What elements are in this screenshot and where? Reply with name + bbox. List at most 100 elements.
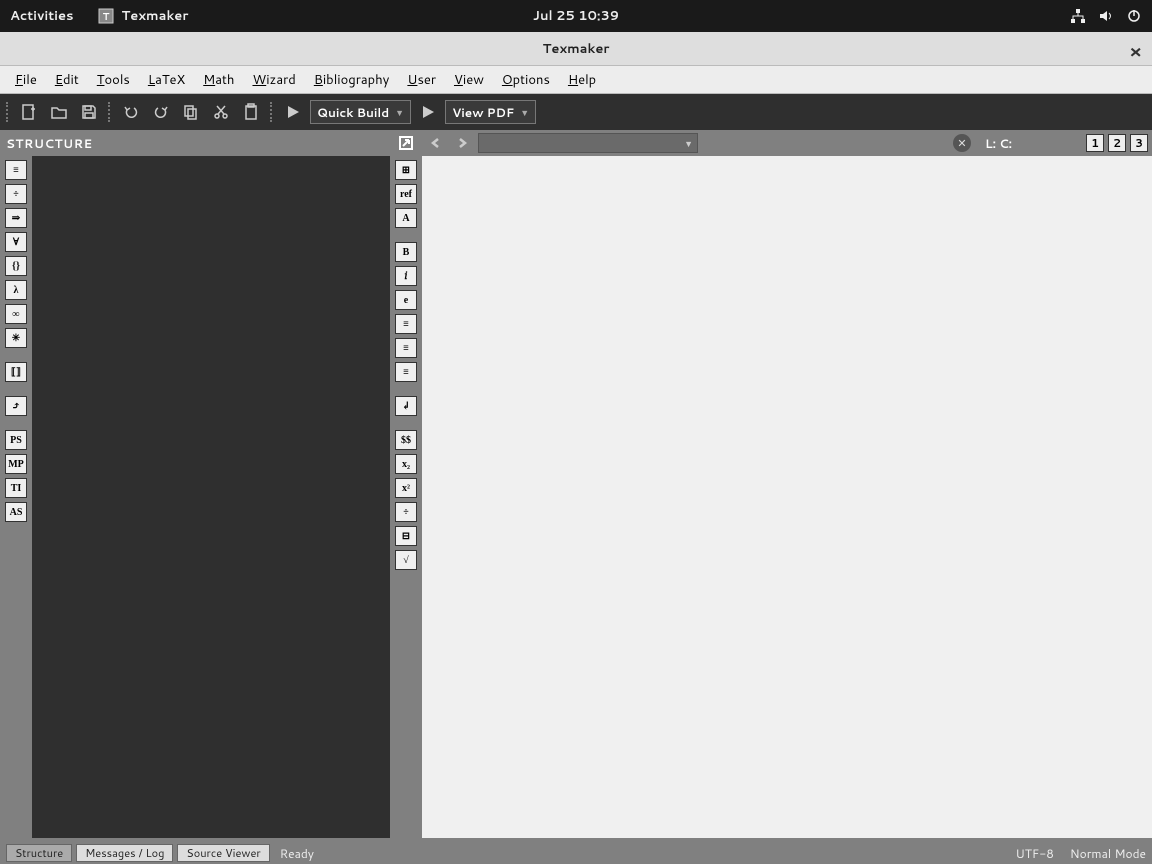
- left-symbol-4[interactable]: {}: [5, 256, 27, 276]
- menu-user[interactable]: User: [398, 67, 445, 93]
- encoding-label: UTF-8: [1016, 845, 1054, 862]
- quick-build-dropdown[interactable]: Quick Build ▼: [310, 100, 411, 124]
- prev-doc-button[interactable]: [426, 133, 446, 153]
- left-symbol-6[interactable]: ∞: [5, 304, 27, 324]
- center-symbol-0[interactable]: ⊞: [395, 160, 417, 180]
- close-doc-button[interactable]: ✕: [953, 134, 971, 152]
- mode-label: Normal Mode: [1070, 845, 1146, 862]
- app-name-label: Texmaker: [122, 7, 189, 25]
- cut-button[interactable]: [208, 99, 234, 125]
- structure-header: STRUCTURE: [0, 130, 390, 156]
- gnome-top-bar: Activities T Texmaker Jul 25 10:39: [0, 0, 1152, 32]
- run-button[interactable]: [280, 99, 306, 125]
- menu-view[interactable]: View: [445, 67, 493, 93]
- center-symbol-6[interactable]: ≡: [395, 314, 417, 334]
- toolbar-handle[interactable]: [270, 102, 274, 122]
- view-pdf-dropdown[interactable]: View PDF ▼: [445, 100, 536, 124]
- jump-to-source-button[interactable]: [396, 133, 416, 153]
- left-symbol-3[interactable]: ∀: [5, 232, 27, 252]
- left-panel: STRUCTURE ≡ ÷ ⇒ ∀ {} λ ∞ ✳ ⟦⟧ ⤴ PS MP TI AS: [0, 130, 390, 842]
- menu-options[interactable]: Options: [493, 67, 559, 93]
- pane-button-2[interactable]: 2: [1108, 134, 1126, 152]
- center-symbol-11[interactable]: x₂: [395, 454, 417, 474]
- menu-bibliography[interactable]: Bibliography: [305, 67, 399, 93]
- menu-help[interactable]: Help: [559, 67, 605, 93]
- center-symbol-2[interactable]: A: [395, 208, 417, 228]
- window-title: Texmaker: [543, 40, 610, 58]
- left-symbol-12[interactable]: TI: [5, 478, 27, 498]
- network-icon[interactable]: [1070, 8, 1086, 24]
- left-symbol-9[interactable]: ⤴: [5, 396, 27, 416]
- main-toolbar: Quick Build ▼ View PDF ▼: [0, 94, 1152, 130]
- left-symbol-toolbar: ≡ ÷ ⇒ ∀ {} λ ∞ ✳ ⟦⟧ ⤴ PS MP TI AS: [0, 156, 32, 842]
- new-file-button[interactable]: [16, 99, 42, 125]
- window-close-button[interactable]: ×: [1129, 38, 1142, 64]
- pane-button-1[interactable]: 1: [1086, 134, 1104, 152]
- center-symbol-12[interactable]: x²: [395, 478, 417, 498]
- clock[interactable]: Jul 25 10:39: [533, 7, 619, 25]
- menu-laTeX[interactable]: LaTeX: [139, 67, 194, 93]
- copy-button[interactable]: [178, 99, 204, 125]
- center-symbol-13[interactable]: ÷: [395, 502, 417, 522]
- left-symbol-13[interactable]: AS: [5, 502, 27, 522]
- main-area: STRUCTURE ≡ ÷ ⇒ ∀ {} λ ∞ ✳ ⟦⟧ ⤴ PS MP TI AS ⊞ ref AB𝑖e ≡…: [0, 130, 1152, 842]
- toolbar-handle[interactable]: [108, 102, 112, 122]
- left-symbol-0[interactable]: ≡: [5, 160, 27, 180]
- center-symbol-8[interactable]: ≡: [395, 362, 417, 382]
- menu-bar: FileEditToolsLaTeXMathWizardBibliography…: [0, 66, 1152, 94]
- power-icon[interactable]: [1126, 8, 1142, 24]
- volume-icon[interactable]: [1098, 8, 1114, 24]
- file-selector-combo[interactable]: ▼: [478, 133, 698, 153]
- status-bar: Structure Messages / Log Source Viewer R…: [0, 842, 1152, 864]
- center-symbol-1[interactable]: ref: [395, 184, 417, 204]
- structure-toggle-button[interactable]: Structure: [6, 844, 72, 862]
- active-app[interactable]: T Texmaker: [98, 7, 189, 25]
- redo-button[interactable]: [148, 99, 174, 125]
- open-file-button[interactable]: [46, 99, 72, 125]
- structure-tree[interactable]: [32, 156, 390, 838]
- center-symbol-5[interactable]: e: [395, 290, 417, 310]
- toolbar-handle[interactable]: [6, 102, 10, 122]
- chevron-down-icon: ▼: [520, 106, 529, 119]
- center-symbol-7[interactable]: ≡: [395, 338, 417, 358]
- left-symbol-7[interactable]: ✳: [5, 328, 27, 348]
- menu-tools[interactable]: Tools: [88, 67, 139, 93]
- line-col-indicator: L: C:: [985, 135, 1012, 152]
- editor-header: ▼ ✕ L: C: 123: [422, 130, 1152, 156]
- messages-toggle-button[interactable]: Messages / Log: [76, 844, 173, 862]
- left-symbol-1[interactable]: ÷: [5, 184, 27, 204]
- left-symbol-11[interactable]: MP: [5, 454, 27, 474]
- pane-button-3[interactable]: 3: [1130, 134, 1148, 152]
- next-doc-button[interactable]: [452, 133, 472, 153]
- left-symbol-10[interactable]: PS: [5, 430, 27, 450]
- svg-text:T: T: [102, 10, 109, 24]
- view-button[interactable]: [415, 99, 441, 125]
- center-symbol-4[interactable]: 𝑖: [395, 266, 417, 286]
- left-symbol-8[interactable]: ⟦⟧: [5, 362, 27, 382]
- status-ready: Ready: [280, 845, 314, 862]
- menu-edit[interactable]: Edit: [46, 67, 88, 93]
- quick-build-label: Quick Build: [317, 104, 389, 121]
- source-viewer-toggle-button[interactable]: Source Viewer: [177, 844, 269, 862]
- editor-area[interactable]: [422, 156, 1152, 838]
- center-symbol-9[interactable]: ↲: [395, 396, 417, 416]
- save-file-button[interactable]: [76, 99, 102, 125]
- view-pdf-label: View PDF: [452, 104, 514, 121]
- center-symbol-10[interactable]: $$: [395, 430, 417, 450]
- menu-file[interactable]: File: [6, 67, 46, 93]
- center-symbol-15[interactable]: √: [395, 550, 417, 570]
- texmaker-app-icon: T: [98, 8, 114, 24]
- chevron-down-icon: ▼: [395, 106, 404, 119]
- window-titlebar: Texmaker ×: [0, 32, 1152, 66]
- center-symbol-3[interactable]: B: [395, 242, 417, 262]
- paste-button[interactable]: [238, 99, 264, 125]
- center-symbol-14[interactable]: ⊟: [395, 526, 417, 546]
- left-symbol-5[interactable]: λ: [5, 280, 27, 300]
- structure-title: STRUCTURE: [6, 135, 93, 152]
- menu-wizard[interactable]: Wizard: [243, 67, 304, 93]
- editor-panel: ▼ ✕ L: C: 123: [422, 130, 1152, 842]
- left-symbol-2[interactable]: ⇒: [5, 208, 27, 228]
- activities-button[interactable]: Activities: [10, 7, 74, 25]
- menu-math[interactable]: Math: [194, 67, 243, 93]
- undo-button[interactable]: [118, 99, 144, 125]
